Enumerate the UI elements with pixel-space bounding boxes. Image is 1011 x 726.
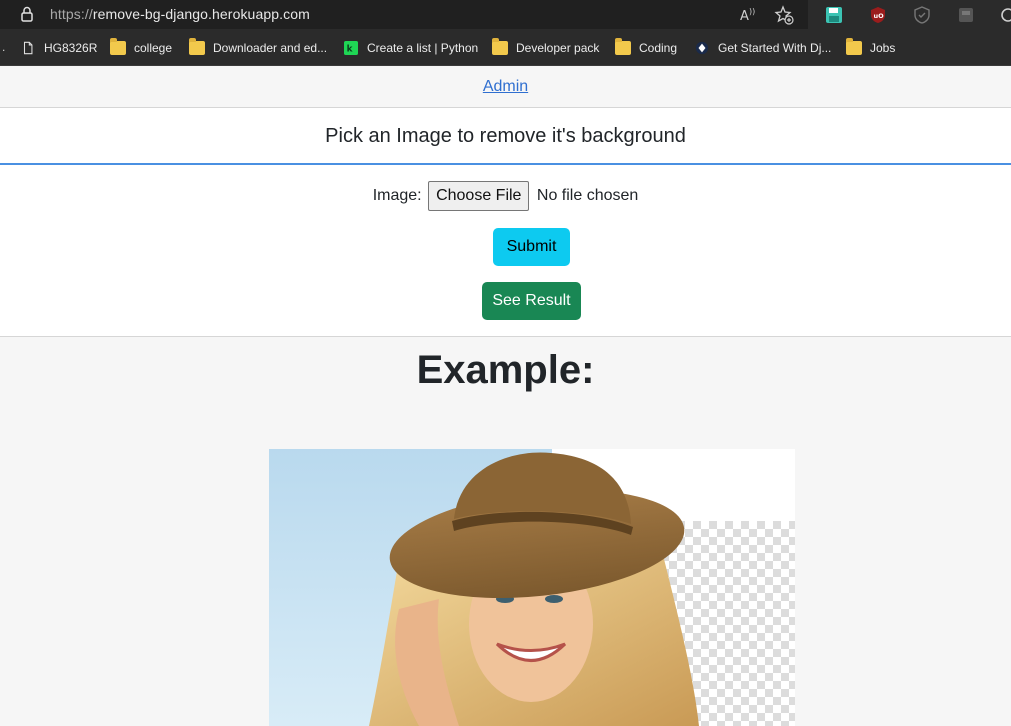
admin-link[interactable]: Admin: [483, 78, 528, 96]
svg-text:k: k: [347, 45, 353, 55]
folder-icon: [189, 38, 205, 55]
add-favorite-icon[interactable]: [774, 5, 794, 25]
upload-card: Pick an Image to remove it's background …: [0, 108, 1011, 337]
file-status-text: No file chosen: [536, 187, 639, 204]
see-result-button[interactable]: See Result: [482, 282, 581, 320]
url-protocol: https://: [50, 6, 93, 22]
right-eye: [545, 595, 563, 603]
extension-box-icon[interactable]: [956, 5, 976, 25]
svg-text:A: A: [740, 9, 749, 24]
image-label: Image:: [372, 187, 422, 204]
python-site-icon: k: [344, 41, 358, 55]
bookmark-label: Developer pack: [516, 41, 600, 55]
folder-icon: [615, 38, 631, 55]
bookmark-label: Create a list | Python: [367, 41, 479, 55]
example-title: Example:: [416, 348, 595, 392]
bookmark-developer-pack[interactable]: Developer pack: [492, 38, 600, 57]
bookmark-label: Coding: [639, 41, 678, 55]
top-nav: Admin: [0, 66, 1011, 108]
example-image: [269, 449, 795, 726]
upload-heading: Pick an Image to remove it's background: [325, 125, 686, 147]
upload-card-header: Pick an Image to remove it's background: [0, 108, 1011, 165]
submit-button[interactable]: Submit: [493, 228, 570, 266]
overflow-dot: .: [2, 40, 6, 54]
folder-icon: [846, 38, 862, 55]
read-aloud-icon[interactable]: A )): [738, 5, 758, 25]
site-icon: [695, 41, 709, 55]
bookmark-downloader[interactable]: Downloader and ed...: [189, 38, 328, 57]
bookmark-create-a-list[interactable]: k Create a list | Python: [343, 39, 478, 57]
bookmark-label: Jobs: [870, 41, 896, 55]
bookmark-label: college: [134, 41, 173, 55]
bookmark-jobs[interactable]: Jobs: [846, 38, 896, 57]
bookmark-coding[interactable]: Coding: [615, 38, 678, 57]
bookmark-hg8326r[interactable]: HG8326R: [20, 39, 97, 57]
lock-icon[interactable]: [20, 6, 34, 22]
ublock-icon[interactable]: uO: [868, 5, 888, 25]
bookmark-label: Downloader and ed...: [213, 41, 328, 55]
image-upload-row: Image: Choose File No file chosen: [0, 181, 1011, 211]
url-host: remove-bg-django.herokuapp.com: [92, 6, 310, 22]
url-field[interactable]: https://remove-bg-django.herokuapp.com: [50, 6, 310, 22]
shield-check-icon[interactable]: [912, 5, 932, 25]
bookmark-get-started-django[interactable]: Get Started With Dj...: [694, 39, 831, 57]
bookmark-label: Get Started With Dj...: [718, 41, 832, 55]
bookmark-label: HG8326R: [44, 41, 98, 55]
folder-icon: [110, 38, 126, 55]
svg-text:)): )): [749, 7, 755, 16]
folder-icon: [492, 38, 508, 55]
settings-gear-icon[interactable]: [998, 5, 1011, 25]
page-content: Admin Pick an Image to remove it's backg…: [0, 66, 1011, 726]
bookmarks-bar: . HG8326R college Downloader and ed... k…: [0, 29, 1011, 66]
browser-address-bar: https://remove-bg-django.herokuapp.com A…: [0, 0, 1011, 29]
svg-text:uO: uO: [874, 12, 885, 20]
save-extension-icon[interactable]: [824, 5, 844, 25]
choose-file-button[interactable]: Choose File: [428, 181, 530, 211]
bookmark-college[interactable]: college: [110, 38, 173, 57]
page-icon: [23, 41, 33, 55]
